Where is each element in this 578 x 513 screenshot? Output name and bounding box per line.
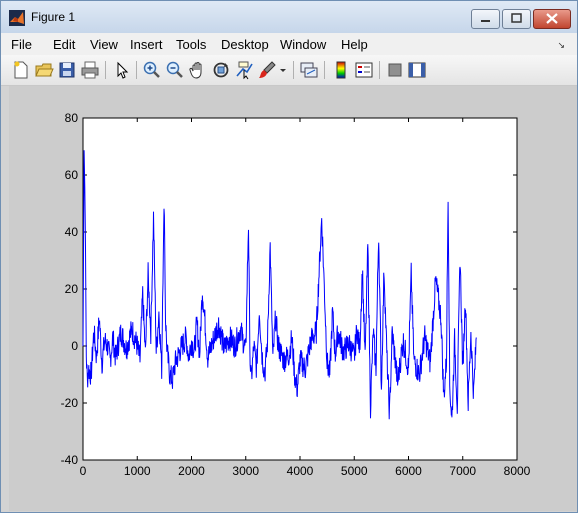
- menu-tools[interactable]: Tools: [176, 37, 206, 52]
- zoom-out-icon[interactable]: [165, 60, 185, 80]
- link-plot-icon[interactable]: [299, 60, 319, 80]
- menu-desktop[interactable]: Desktop: [221, 37, 269, 52]
- x-tick-label: 5000: [341, 464, 368, 478]
- toolbar-separator: [324, 61, 325, 79]
- title-bar[interactable]: Figure 1: [1, 1, 577, 33]
- figure-canvas: 0 1000 2000 3000 4000 5000 6000 7000 8000 -40 -20 0…: [9, 86, 577, 511]
- figure-window: Figure 1 File Edit View Insert Tools Des…: [0, 0, 578, 513]
- print-icon[interactable]: [80, 60, 100, 80]
- window-title: Figure 1: [31, 10, 76, 24]
- brush-icon[interactable]: [257, 60, 277, 80]
- zoom-in-icon[interactable]: [142, 60, 162, 80]
- dock-arrow-icon[interactable]: ↘: [557, 40, 565, 51]
- edit-plot-arrow-icon[interactable]: [112, 60, 132, 80]
- toolbar-separator: [105, 61, 106, 79]
- brush-dropdown-icon[interactable]: [278, 60, 288, 80]
- show-plot-tools-icon[interactable]: [407, 60, 427, 80]
- menu-view[interactable]: View: [90, 37, 118, 52]
- y-tick-label: -40: [61, 453, 79, 467]
- close-button[interactable]: [533, 9, 571, 29]
- x-tick-label: 7000: [449, 464, 476, 478]
- new-figure-icon[interactable]: [11, 60, 31, 80]
- menu-insert[interactable]: Insert: [130, 37, 163, 52]
- x-tick-label: 8000: [504, 464, 531, 478]
- y-tick-label: 80: [65, 111, 79, 125]
- rotate-3d-icon[interactable]: [211, 60, 231, 80]
- save-icon[interactable]: [57, 60, 77, 80]
- line-plot[interactable]: 0 1000 2000 3000 4000 5000 6000 7000 8000 -40 -20 0…: [9, 86, 577, 511]
- menu-help[interactable]: Help: [341, 37, 368, 52]
- toolbar-separator: [293, 61, 294, 79]
- data-cursor-icon[interactable]: [234, 60, 254, 80]
- maximize-icon: [511, 13, 522, 23]
- menu-bar: File Edit View Insert Tools Desktop Wind…: [1, 33, 577, 55]
- x-tick-label: 4000: [287, 464, 314, 478]
- toolbar-separator: [136, 61, 137, 79]
- x-tick-label: 0: [80, 464, 87, 478]
- x-tick-label: 6000: [395, 464, 422, 478]
- menu-file[interactable]: File: [11, 37, 32, 52]
- minimize-button[interactable]: [471, 9, 500, 29]
- y-tick-label: 0: [71, 339, 78, 353]
- y-tick-label: 40: [65, 225, 79, 239]
- maximize-button[interactable]: [502, 9, 531, 29]
- y-tick-label: 20: [65, 282, 79, 296]
- legend-icon[interactable]: [354, 60, 374, 80]
- hide-plot-tools-icon[interactable]: [385, 60, 405, 80]
- matlab-logo-icon: [9, 10, 25, 26]
- menu-window[interactable]: Window: [280, 37, 326, 52]
- open-file-icon[interactable]: [34, 60, 54, 80]
- menu-edit[interactable]: Edit: [53, 37, 75, 52]
- x-tick-label: 3000: [232, 464, 259, 478]
- minimize-icon: [481, 20, 490, 22]
- close-icon: [546, 13, 558, 24]
- y-tick-label: -20: [61, 396, 79, 410]
- figure-toolbar: [1, 55, 577, 86]
- x-tick-label: 1000: [124, 464, 151, 478]
- y-tick-label: 60: [65, 168, 79, 182]
- pan-hand-icon[interactable]: [188, 60, 208, 80]
- toolbar-separator: [379, 61, 380, 79]
- x-tick-label: 2000: [178, 464, 205, 478]
- colorbar-icon[interactable]: [331, 60, 351, 80]
